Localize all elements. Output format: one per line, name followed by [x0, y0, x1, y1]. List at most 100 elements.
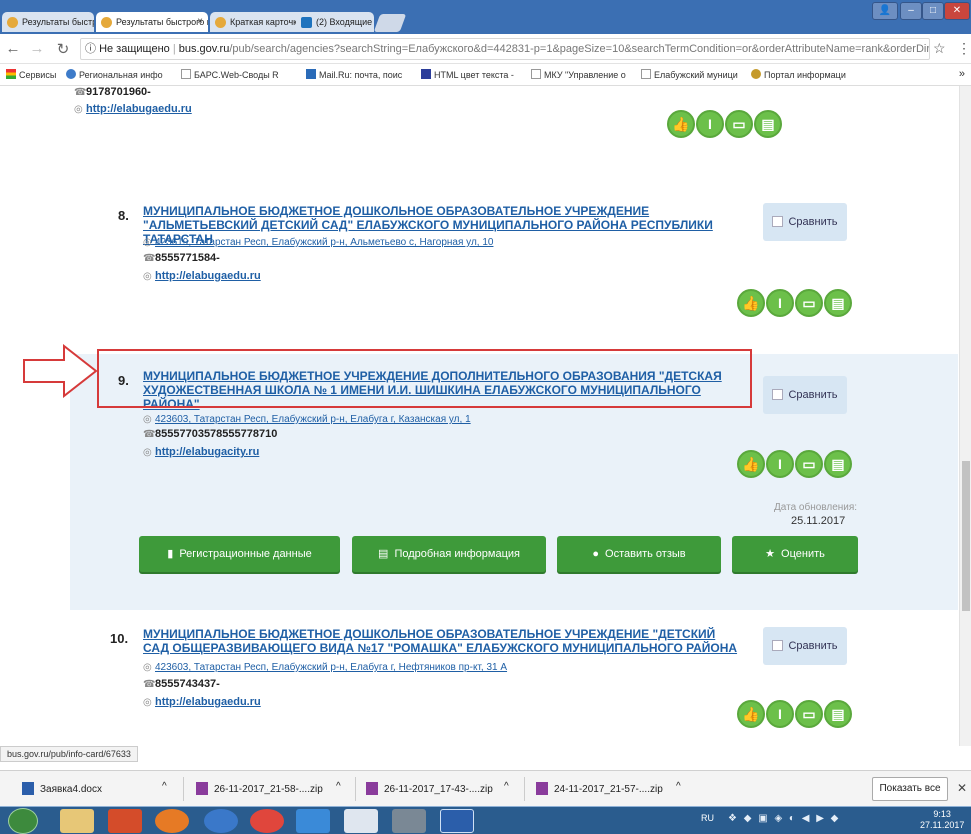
- tab-label: (2) Входящие - Почта М: [316, 17, 374, 27]
- new-tab-button[interactable]: [373, 14, 407, 32]
- word-icon[interactable]: [440, 809, 474, 833]
- globe-app-icon[interactable]: [204, 809, 238, 833]
- maximize-button[interactable]: □: [922, 2, 944, 20]
- chevron-up-icon[interactable]: ^: [504, 781, 509, 792]
- scrollbar-thumb[interactable]: [962, 461, 970, 611]
- tab-mail[interactable]: (2) Входящие - Почта М: [296, 12, 374, 32]
- leave-review-button[interactable]: ● Оставить отзыв: [557, 536, 721, 572]
- internet-explorer-icon[interactable]: [296, 809, 330, 833]
- back-arrow-icon[interactable]: ←: [4, 40, 22, 57]
- bookmark-item[interactable]: HTML цвет текста -: [421, 69, 514, 80]
- thumbs-up-icon[interactable]: 👍: [737, 450, 765, 478]
- firefox-icon[interactable]: [155, 809, 189, 833]
- html-icon: [421, 69, 431, 79]
- comment-icon[interactable]: ▭: [795, 289, 823, 317]
- rate-button[interactable]: ★ Оценить: [732, 536, 858, 572]
- more-bookmarks-icon[interactable]: »: [959, 68, 965, 80]
- archive-icon: [196, 782, 208, 795]
- status-url: bus.gov.ru/pub/info-card/67633: [0, 746, 138, 762]
- window-close-button[interactable]: ✕: [944, 2, 970, 20]
- media-player-icon[interactable]: [108, 809, 142, 833]
- chevron-up-icon[interactable]: ^: [162, 781, 167, 792]
- language-indicator[interactable]: RU: [701, 813, 714, 823]
- site-link[interactable]: ◎ http://elabugaedu.ru: [143, 270, 261, 282]
- bookmark-star-icon[interactable]: ☆: [933, 40, 946, 57]
- star-icon: ★: [765, 548, 776, 560]
- tray-icon[interactable]: ▤: [754, 110, 782, 138]
- site-link[interactable]: ◎ http://elabugacity.ru: [143, 446, 259, 458]
- compare-checkbox[interactable]: Сравнить: [763, 203, 847, 241]
- download-item[interactable]: 26-11-2017_17-43-....zip: [366, 782, 493, 795]
- bookmark-item[interactable]: Елабужский муници: [641, 69, 738, 80]
- forward-arrow-icon[interactable]: →: [28, 40, 46, 57]
- thumbs-up-icon[interactable]: 👍: [737, 700, 765, 728]
- detailed-info-button[interactable]: ▤ Подробная информация: [352, 536, 546, 572]
- explorer-icon[interactable]: [60, 809, 94, 833]
- rating-icons: 👍 I ▭ ▤: [737, 289, 853, 319]
- address-link[interactable]: ◎ 423603, Татарстан Респ, Елабужский р-н,…: [143, 414, 471, 425]
- chevron-up-icon[interactable]: ^: [676, 781, 681, 792]
- chrome-icon[interactable]: [250, 809, 284, 833]
- bookmark-item[interactable]: Портал информаци: [751, 69, 846, 80]
- clipboard-icon: ▮: [167, 548, 174, 560]
- download-item[interactable]: Заявка4.docx: [22, 782, 102, 795]
- minimize-button[interactable]: –: [900, 2, 922, 20]
- clock-time: 9:13: [933, 809, 951, 819]
- thermometer-icon[interactable]: I: [766, 450, 794, 478]
- comment-icon[interactable]: ▭: [725, 110, 753, 138]
- compare-checkbox[interactable]: Сравнить: [763, 376, 847, 414]
- clock[interactable]: 9:13 27.11.2017: [920, 809, 964, 831]
- comment-icon[interactable]: ▭: [795, 450, 823, 478]
- speech-bubble-icon: ●: [592, 548, 600, 560]
- tab-search-results-1[interactable]: Результаты быстрого по: [2, 12, 94, 32]
- downloads-bar: Заявка4.docx ^ 26-11-2017_21-58-....zip …: [0, 770, 971, 806]
- system-tray-icons[interactable]: ❖ ◆ ▣ ◈ ◐ ◀ ▶ ◆: [728, 813, 840, 824]
- menu-icon[interactable]: ⋮: [957, 40, 971, 57]
- page-scrollbar[interactable]: [959, 86, 971, 746]
- result-title-link[interactable]: МУНИЦИПАЛЬНОЕ БЮДЖЕТНОЕ ДОШКОЛЬНОЕ ОБРАЗ…: [143, 627, 743, 655]
- comment-icon[interactable]: ▭: [795, 700, 823, 728]
- printer-icon[interactable]: [392, 809, 426, 833]
- thermometer-icon[interactable]: I: [766, 289, 794, 317]
- download-item[interactable]: 26-11-2017_21-58-....zip: [196, 782, 323, 795]
- tab-label: Результаты быстрого по: [116, 17, 208, 27]
- divider: [183, 777, 184, 801]
- close-icon[interactable]: ×: [197, 12, 203, 32]
- tray-icon[interactable]: ▤: [824, 700, 852, 728]
- close-icon[interactable]: ✕: [957, 781, 967, 795]
- bookmark-item[interactable]: БАРС.Web-Своды R: [181, 69, 279, 80]
- tab-search-results-2[interactable]: Результаты быстрого по ×: [96, 12, 208, 32]
- info-icon[interactable]: ⓘ: [85, 43, 96, 55]
- user-icon[interactable]: 👤: [872, 2, 898, 20]
- bookmark-item[interactable]: Региональная инфо: [66, 69, 163, 80]
- registration-data-button[interactable]: ▮ Регистрационные данные: [139, 536, 340, 572]
- location-pin-icon: ◎: [143, 237, 152, 248]
- site-link[interactable]: ◎ http://elabugaedu.ru: [143, 696, 261, 708]
- bookmark-item[interactable]: Mail.Ru: почта, поис: [306, 69, 402, 80]
- reload-icon[interactable]: ↻: [54, 40, 72, 58]
- location-pin-icon: ◎: [143, 662, 152, 673]
- compare-checkbox[interactable]: Сравнить: [763, 627, 847, 665]
- phone: ☎9178701960-: [74, 86, 151, 98]
- chevron-up-icon[interactable]: ^: [336, 781, 341, 792]
- notepad-icon[interactable]: [344, 809, 378, 833]
- address-bar[interactable]: ⓘ Не защищено | bus.gov.ru/pub/search/ag…: [80, 38, 930, 60]
- start-button[interactable]: [8, 808, 38, 834]
- thermometer-icon[interactable]: I: [766, 700, 794, 728]
- bookmark-item[interactable]: МКУ "Управление о: [531, 69, 626, 80]
- thermometer-icon[interactable]: I: [696, 110, 724, 138]
- bookmark-apps[interactable]: Сервисы: [6, 69, 56, 80]
- tray-icon[interactable]: ▤: [824, 289, 852, 317]
- address-link[interactable]: ◎ 423603, Татарстан Респ, Елабужский р-н,…: [143, 662, 507, 673]
- tray-icon[interactable]: ▤: [824, 450, 852, 478]
- phone: ☎85557703578555778710: [143, 428, 278, 440]
- download-item[interactable]: 24-11-2017_21-57-....zip: [536, 782, 663, 795]
- site-favicon-icon: [215, 17, 226, 28]
- site-link[interactable]: ◎ http://elabugaedu.ru: [74, 103, 192, 115]
- phone-icon: ☎: [143, 679, 156, 690]
- address-link[interactable]: ◎ 423619, Татарстан Респ, Елабужский р-н,…: [143, 237, 493, 248]
- thumbs-up-icon[interactable]: 👍: [737, 289, 765, 317]
- show-all-button[interactable]: Показать все: [872, 777, 948, 801]
- thumbs-up-icon[interactable]: 👍: [667, 110, 695, 138]
- result-number: 10.: [110, 631, 129, 646]
